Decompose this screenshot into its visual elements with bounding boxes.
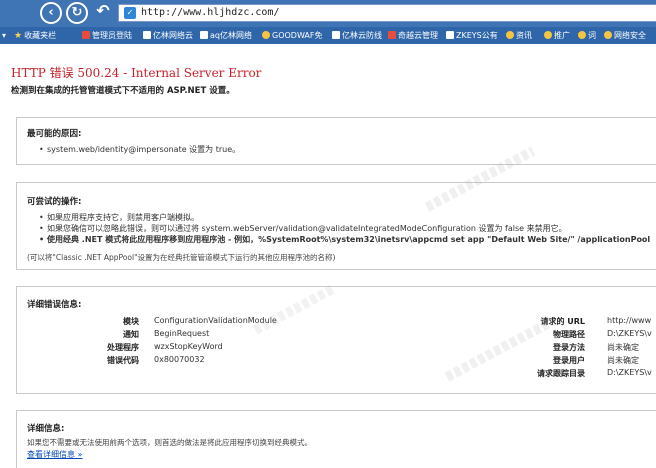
security-shield-icon: ✓ — [124, 7, 136, 19]
detail-key: 通知 — [123, 330, 139, 339]
page-icon — [262, 31, 270, 39]
actions-note: (可以将"Classic .NET AppPool"设置为在经典托管管道模式下运… — [27, 253, 336, 262]
actions-list: 如果应用程序支持它，则禁用客户端模拟。 如果您确信可以忽略此错误，则可以通过将 … — [39, 212, 650, 245]
bookmarks-bar: ▾ ★ 收藏夹栏 管理员登陆 亿林网络云 aq亿林网络 GOODWAF免 亿林云防… — [0, 27, 656, 44]
folder-icon — [506, 31, 514, 39]
actions-heading: 可尝试的操作: — [27, 197, 82, 207]
details-box: 详细错误信息: 模块 ConfigurationValidationModule… — [16, 286, 656, 394]
bookmark-item[interactable]: 奇越云管理 — [388, 29, 438, 42]
bookmark-item[interactable]: ZKEYS公有 — [446, 29, 498, 42]
detail-value: 尚未确定 — [607, 343, 639, 352]
bookmark-item[interactable]: 资讯 — [506, 29, 532, 42]
back-icon[interactable]: ‹ — [40, 2, 62, 24]
error-subtitle: 检测到在集成的托管管道模式下不适用的 ASP.NET 设置。 — [11, 86, 235, 96]
page-icon — [332, 31, 340, 39]
bookmark-item[interactable]: 亿林网络云 — [143, 29, 193, 42]
detail-value: D:\ZKEYS\v — [607, 329, 652, 338]
detail-key: 模块 — [123, 317, 139, 326]
address-url[interactable]: http://www.hljhdzc.com/ — [141, 7, 279, 18]
detail-key: 错误代码 — [107, 356, 139, 365]
error-title: HTTP 错误 500.24 - Internal Server Error — [11, 66, 262, 80]
bookmark-item[interactable]: 推广 — [544, 29, 570, 42]
page-icon — [388, 31, 396, 39]
page-icon — [82, 31, 90, 39]
page-icon — [200, 31, 208, 39]
detail-key: 处理程序 — [107, 343, 139, 352]
detail-key: 请求跟踪目录 — [537, 369, 585, 378]
folder-icon — [578, 31, 586, 39]
more-info-heading: 详细信息: — [27, 424, 65, 434]
bookmark-menu-icon[interactable]: ▾ — [2, 29, 6, 42]
bookmark-item[interactable]: 亿林云防线 — [332, 29, 382, 42]
bookmark-item[interactable]: aq亿林网络 — [200, 29, 252, 42]
actions-box: 可尝试的操作: 如果应用程序支持它，则禁用客户端模拟。 如果您确信可以忽略此错误… — [16, 182, 656, 270]
more-info-link[interactable]: 查看详细信息 » — [27, 449, 82, 460]
detail-key: 请求的 URL — [540, 317, 585, 326]
star-icon: ★ — [14, 31, 23, 41]
bookmark-item[interactable]: 网络安全 — [604, 29, 646, 42]
more-info-box: 详细信息: 如果您不需要或无法使用前两个选项，则首选的做法是将此应用程序切换到经… — [16, 410, 656, 468]
detail-value: 0x80070032 — [154, 355, 205, 364]
bookmark-item[interactable]: ★ 收藏夹栏 — [14, 29, 56, 42]
bookmark-item[interactable]: 词 — [578, 29, 596, 42]
address-bar[interactable]: ✓ http://www.hljhdzc.com/ — [118, 4, 656, 22]
cause-item: system.web/identity@impersonate 设置为 true… — [39, 144, 240, 155]
refresh-icon[interactable]: ↻ — [66, 2, 88, 24]
page-icon — [446, 31, 454, 39]
more-info-text: 如果您不需要或无法使用前两个选项，则首选的做法是将此应用程序切换到经典模式。 — [27, 438, 312, 447]
action-item: 如果您确信可以忽略此错误，则可以通过将 system.webServer/val… — [39, 223, 650, 234]
action-item: 使用经典 .NET 模式将此应用程序移到应用程序池 - 例如，%SystemRo… — [39, 234, 650, 245]
detail-value: wzxStopKeyWord — [154, 342, 223, 351]
browser-toolbar: ‹ ↻ ↶ ✓ http://www.hljhdzc.com/ — [0, 0, 656, 27]
folder-icon — [604, 31, 612, 39]
detail-value: http://www — [607, 316, 652, 325]
detail-value: ConfigurationValidationModule — [154, 316, 277, 325]
detail-value: 尚未确定 — [607, 356, 639, 365]
detail-key: 登录用户 — [553, 356, 585, 365]
action-item: 如果应用程序支持它，则禁用客户端模拟。 — [39, 212, 650, 223]
detail-key: 登录方法 — [553, 343, 585, 352]
bookmark-item[interactable]: 管理员登陆 — [82, 29, 132, 42]
causes-heading: 最可能的原因: — [27, 129, 82, 139]
detail-key: 物理路径 — [553, 330, 585, 339]
page-content: HTTP 错误 500.24 - Internal Server Error 检… — [0, 44, 656, 468]
page-icon — [143, 31, 151, 39]
undo-icon[interactable]: ↶ — [92, 2, 114, 24]
details-heading: 详细错误信息: — [27, 300, 82, 310]
causes-box: 最可能的原因: system.web/identity@impersonate … — [16, 117, 656, 165]
bookmark-item[interactable]: GOODWAF免 — [262, 29, 323, 42]
folder-icon — [544, 31, 552, 39]
causes-list: system.web/identity@impersonate 设置为 true… — [39, 144, 240, 155]
detail-value: BeginRequest — [154, 329, 210, 338]
detail-value: D:\ZKEYS\v — [607, 368, 652, 377]
